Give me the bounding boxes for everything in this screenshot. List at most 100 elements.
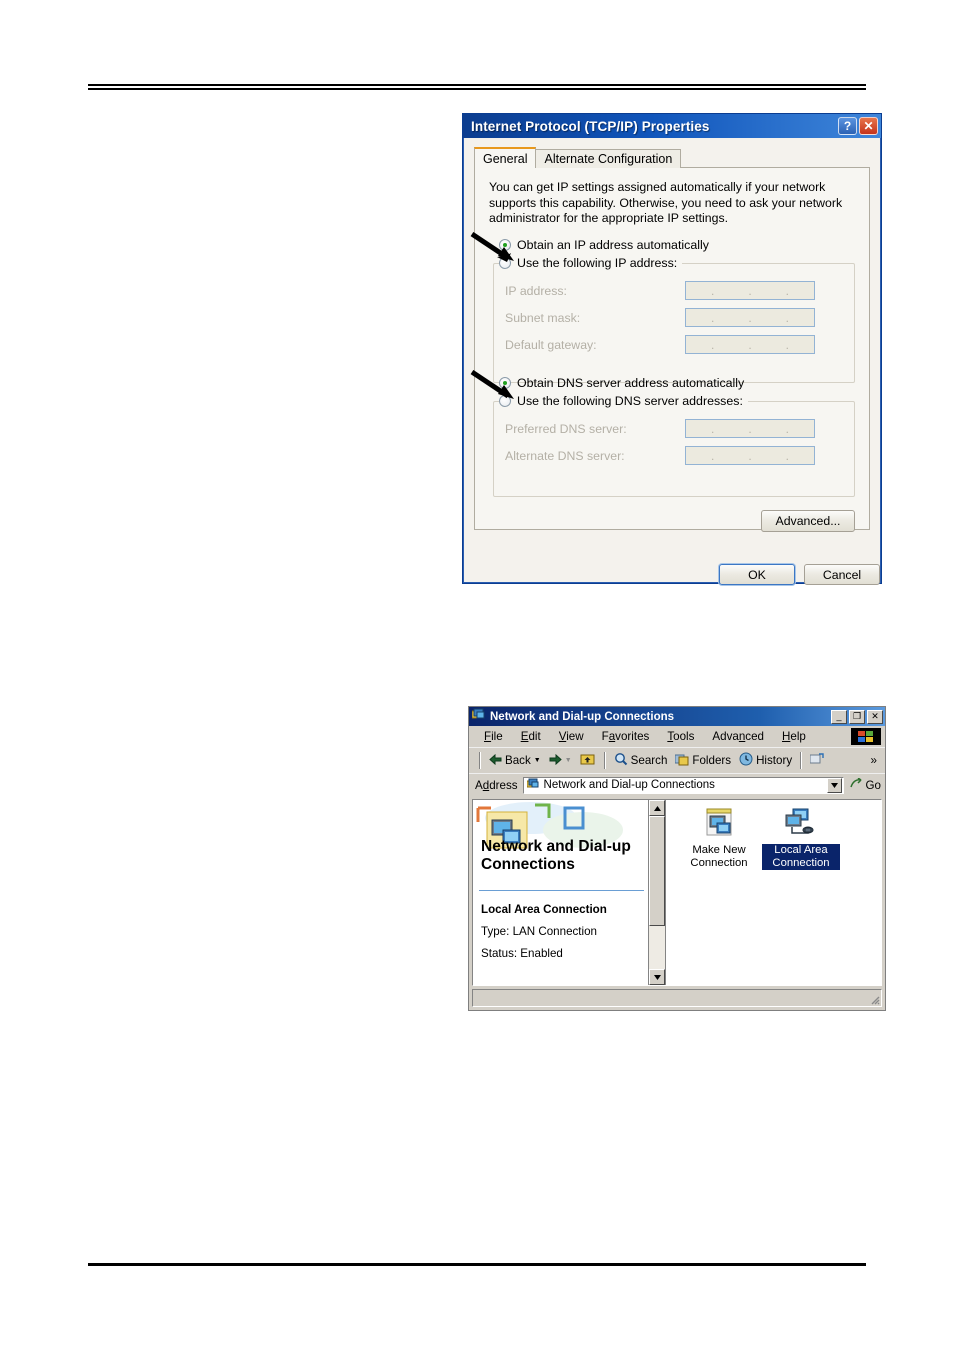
dialog-title: Internet Protocol (TCP/IP) Properties (471, 118, 710, 134)
field-label: Preferred DNS server: (505, 421, 627, 436)
move-to-folder-icon (809, 752, 825, 769)
toolbar-overflow-button[interactable]: » (867, 753, 881, 768)
resize-grip-icon[interactable] (868, 992, 880, 1005)
radio-use-following-dns[interactable]: Use the following DNS server addresses: (499, 394, 748, 408)
folders-button[interactable]: Folders (671, 752, 735, 770)
radio-label: Obtain DNS server address automatically (517, 376, 745, 390)
ok-button[interactable]: OK (719, 564, 795, 585)
subnet-mask-input[interactable]: . . . (685, 308, 815, 327)
menu-advanced[interactable]: Advanced (703, 729, 773, 744)
webview-type: Type: LAN Connection (481, 925, 598, 938)
webview-scrollbar[interactable] (648, 800, 665, 985)
folders-label: Folders (692, 754, 732, 767)
menu-edit[interactable]: Edit (512, 729, 550, 744)
tab-alternate-configuration[interactable]: Alternate Configuration (535, 149, 682, 168)
radio-obtain-ip-automatically[interactable]: Obtain an IP address automatically (499, 238, 709, 252)
network-folder-icon (471, 708, 486, 726)
maximize-icon[interactable]: ❐ (849, 709, 865, 724)
connections-icon-view: Make New Connection Local Area Connectio… (665, 800, 881, 985)
forward-arrow-icon (549, 753, 562, 768)
close-icon[interactable]: ✕ (867, 709, 883, 724)
field-label: Alternate DNS server: (505, 448, 625, 463)
octet-separator-icon: . (785, 283, 789, 298)
field-label: IP address: (505, 283, 567, 298)
menu-favorites[interactable]: Favorites (593, 729, 659, 744)
scroll-down-icon[interactable] (649, 969, 665, 985)
dialog-body: General Alternate Configuration You can … (464, 139, 880, 585)
address-value: Network and Dial-up Connections (543, 779, 715, 791)
folders-icon (674, 753, 689, 769)
explorer-title-bar: Network and Dial-up Connections _ ❐ ✕ (469, 707, 885, 726)
list-item-label: Local Area Connection (762, 844, 840, 870)
scrollbar-track[interactable] (649, 926, 665, 969)
tab-general[interactable]: General (474, 147, 537, 168)
webview-pane: Network and Dial-up Connections Local Ar… (473, 800, 648, 985)
minimize-icon[interactable]: _ (831, 709, 847, 724)
search-label: Search (630, 754, 668, 767)
toolbar-divider (603, 752, 606, 769)
search-button[interactable]: Search (610, 751, 672, 770)
octet-separator-icon: . (785, 448, 789, 463)
make-new-connection-icon (702, 808, 736, 843)
webview-banner: Network and Dial-up Connections (473, 800, 648, 888)
field-label: Subnet mask: (505, 310, 581, 325)
octet-separator-icon: . (748, 283, 752, 298)
history-button[interactable]: History (735, 751, 796, 770)
menu-view[interactable]: View (550, 729, 593, 744)
address-label: Address (475, 778, 518, 792)
go-arrow-icon (849, 776, 863, 793)
webview-status: Status: Enabled (481, 947, 563, 960)
explorer-menu-bar: File Edit View Favorites Tools Advanced … (469, 726, 885, 747)
preferred-dns-input[interactable]: . . . (685, 419, 815, 438)
back-button[interactable]: Back ▼ (485, 753, 545, 769)
radio-use-following-ip[interactable]: Use the following IP address: (499, 256, 683, 270)
octet-separator-icon: . (785, 310, 789, 325)
explorer-toolbar: Back ▼ ▼ Search Folders History » (469, 747, 885, 773)
general-tab-panel: You can get IP settings assigned automat… (474, 167, 870, 532)
menu-tools[interactable]: Tools (658, 729, 703, 744)
chevron-down-icon[interactable] (826, 777, 842, 793)
explorer-client-area: Network and Dial-up Connections Local Ar… (472, 799, 882, 986)
forward-button[interactable]: ▼ (545, 753, 576, 769)
webview-divider (479, 890, 644, 891)
back-label: Back (505, 754, 531, 767)
lan-connection-icon (783, 808, 819, 843)
octet-separator-icon: . (710, 337, 715, 352)
network-folder-icon (526, 778, 540, 793)
address-input[interactable]: Network and Dial-up Connections (522, 776, 844, 794)
chevron-down-icon[interactable]: ▼ (534, 757, 541, 764)
cancel-button[interactable]: Cancel (804, 564, 880, 585)
radio-label: Use the following IP address: (517, 256, 678, 270)
list-item-make-new-connection[interactable]: Make New Connection (680, 808, 758, 870)
dialog-title-bar: Internet Protocol (TCP/IP) Properties ? … (463, 114, 881, 138)
search-icon (614, 752, 628, 769)
octet-separator-icon: . (785, 421, 789, 436)
field-label: Default gateway: (505, 337, 597, 352)
octet-separator-icon: . (748, 448, 752, 463)
advanced-button[interactable]: Advanced... (761, 510, 855, 532)
list-item-local-area-connection[interactable]: Local Area Connection (762, 808, 840, 870)
field-alternate-dns: Alternate DNS server: . . . (505, 446, 815, 465)
alternate-dns-input[interactable]: . . . (685, 446, 815, 465)
radio-label: Obtain an IP address automatically (517, 238, 709, 252)
up-folder-icon (580, 752, 596, 769)
webview-heading: Network and Dial-up Connections (481, 838, 631, 873)
go-button[interactable]: Go (846, 776, 885, 794)
octet-separator-icon: . (748, 310, 752, 325)
octet-separator-icon: . (710, 421, 715, 436)
scroll-up-icon[interactable] (649, 800, 665, 816)
close-icon[interactable]: ✕ (859, 117, 878, 135)
radio-label: Use the following DNS server addresses: (517, 394, 743, 408)
menu-help[interactable]: Help (773, 729, 815, 744)
ip-address-input[interactable]: . . . (685, 281, 815, 300)
list-item-label: Make New Connection (690, 844, 748, 869)
chevron-down-icon[interactable]: ▼ (565, 757, 572, 764)
up-one-level-button[interactable] (576, 751, 600, 770)
octet-separator-icon: . (710, 283, 715, 298)
default-gateway-input[interactable]: . . . (685, 335, 815, 354)
help-icon[interactable]: ? (838, 117, 857, 135)
radio-obtain-dns-automatically[interactable]: Obtain DNS server address automatically (499, 376, 744, 390)
move-to-button[interactable] (806, 752, 829, 770)
menu-file[interactable]: File (475, 729, 512, 744)
scrollbar-thumb[interactable] (649, 816, 665, 926)
